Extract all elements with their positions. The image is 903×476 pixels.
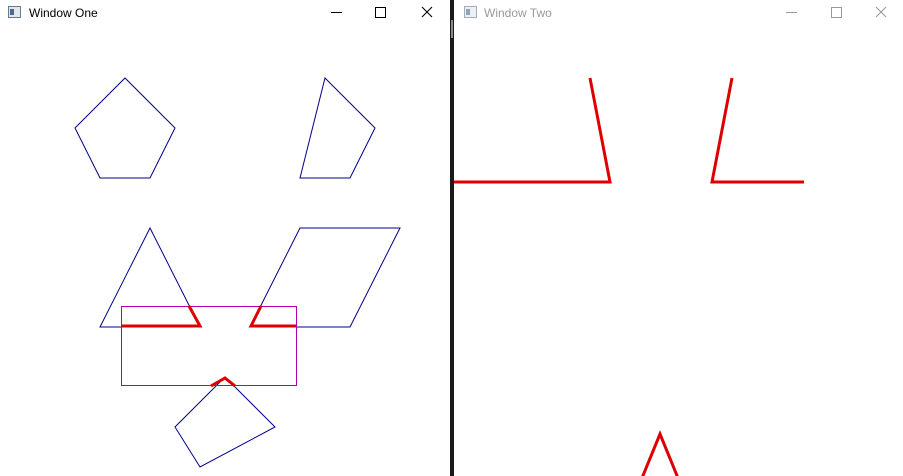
window-one[interactable]: Window One bbox=[0, 0, 450, 476]
window-two[interactable]: Window Two bbox=[454, 0, 903, 476]
triangle-shape bbox=[99, 226, 201, 328]
clipped-segment bbox=[710, 77, 804, 184]
drawing-canvas[interactable] bbox=[0, 0, 450, 476]
drawing-canvas[interactable] bbox=[454, 0, 903, 476]
quadrilateral-shape bbox=[299, 77, 376, 179]
parallelogram-shape bbox=[249, 227, 401, 328]
clipped-segment bbox=[248, 305, 296, 328]
divider-grip bbox=[451, 20, 453, 38]
pentagon-shape bbox=[74, 77, 176, 179]
clipped-segment bbox=[210, 376, 236, 388]
clipped-segment bbox=[121, 305, 203, 328]
clipped-segment bbox=[454, 77, 612, 184]
clip-rectangle bbox=[121, 306, 297, 386]
clipped-segment bbox=[641, 430, 679, 476]
rotated-square-shape bbox=[174, 376, 276, 468]
